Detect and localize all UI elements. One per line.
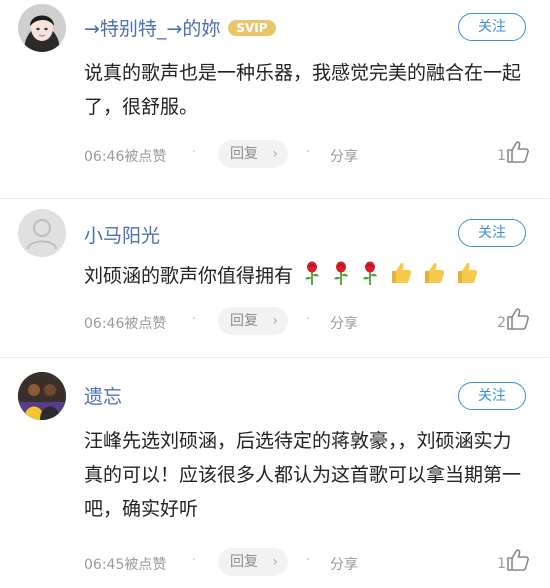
comment-item: 遗忘 关注 汪峰先选刘硕涵，后选待定的蒋敦豪，，刘硕涵实力真的可以！应该很多人都… — [0, 358, 550, 588]
reply-button[interactable]: 回复 › — [218, 307, 288, 335]
separator-dot: · — [306, 144, 311, 160]
girl-avatar-icon — [18, 4, 66, 52]
thumbs-up-emoji-icon — [392, 263, 412, 283]
thumbs-up-icon[interactable] — [506, 140, 530, 164]
thumbs-up-emoji-icon — [425, 263, 445, 283]
comment-meta: 06:46被点赞 · 回复 › · 分享 2 — [84, 307, 530, 337]
thumbs-up-icon[interactable] — [506, 548, 530, 572]
like-count: 1 — [497, 148, 506, 164]
comment-text: 说真的歌声也是一种乐器，我感觉完美的融合在一起了，很舒服。 — [84, 62, 522, 118]
reply-label: 回复 — [230, 313, 258, 329]
reply-button[interactable]: 回复 › — [218, 548, 288, 576]
reply-button[interactable]: 回复 › — [218, 140, 288, 168]
username-text[interactable]: →特别特_→的妳 — [84, 18, 220, 40]
username[interactable]: 遗忘 — [84, 382, 122, 409]
share-button[interactable]: 分享 — [330, 554, 358, 574]
comment-item: 小马阳光 关注 刘硕涵的歌声你值得拥有 06:46被点赞 · 回复 › · 分享… — [0, 199, 550, 358]
thumbs-up-icon[interactable] — [506, 307, 530, 331]
separator-dot: · — [192, 311, 197, 327]
share-button[interactable]: 分享 — [330, 313, 358, 333]
chevron-right-icon: › — [272, 554, 278, 570]
rose-icon — [305, 261, 320, 285]
follow-button[interactable]: 关注 — [458, 382, 526, 410]
like-count: 1 — [497, 556, 506, 572]
reply-label: 回复 — [230, 554, 258, 570]
rose-icon — [363, 261, 378, 285]
basketball-player-avatar-icon — [18, 372, 66, 420]
comment-meta: 06:45被点赞 · 回复 › · 分享 1 — [84, 548, 530, 578]
avatar[interactable] — [18, 4, 66, 52]
comment-text: 汪峰先选刘硕涵，后选待定的蒋敦豪，，刘硕涵实力真的可以！应该很多人都认为这首歌可… — [84, 430, 522, 520]
username[interactable]: →特别特_→的妳 SVIP — [84, 14, 276, 41]
timestamp: 06:46被点赞 — [84, 149, 167, 165]
separator-dot: · — [306, 311, 311, 327]
rose-icon — [334, 261, 349, 285]
like-count: 2 — [497, 315, 506, 331]
share-button[interactable]: 分享 — [330, 146, 358, 166]
default-user-avatar-icon — [18, 209, 66, 257]
chevron-right-icon: › — [272, 146, 278, 162]
reply-label: 回复 — [230, 146, 258, 162]
svip-badge: SVIP — [228, 20, 276, 36]
comment-text: 刘硕涵的歌声你值得拥有 — [84, 259, 526, 293]
thumbs-up-emoji-icon — [458, 263, 478, 283]
avatar[interactable] — [18, 209, 66, 257]
username[interactable]: 小马阳光 — [84, 221, 160, 248]
separator-dot: · — [306, 552, 311, 568]
chevron-right-icon: › — [272, 313, 278, 329]
avatar[interactable] — [18, 372, 66, 420]
timestamp: 06:46被点赞 — [84, 316, 167, 332]
separator-dot: · — [192, 144, 197, 160]
follow-button[interactable]: 关注 — [458, 13, 526, 41]
comment-meta: 06:46被点赞 · 回复 › · 分享 1 — [84, 140, 530, 170]
follow-button[interactable]: 关注 — [458, 219, 526, 247]
comment-text-body: 刘硕涵的歌声你值得拥有 — [84, 265, 294, 287]
timestamp: 06:45被点赞 — [84, 557, 167, 573]
comment-item: →特别特_→的妳 SVIP 关注 说真的歌声也是一种乐器，我感觉完美的融合在一起了… — [0, 0, 550, 199]
separator-dot: · — [192, 552, 197, 568]
